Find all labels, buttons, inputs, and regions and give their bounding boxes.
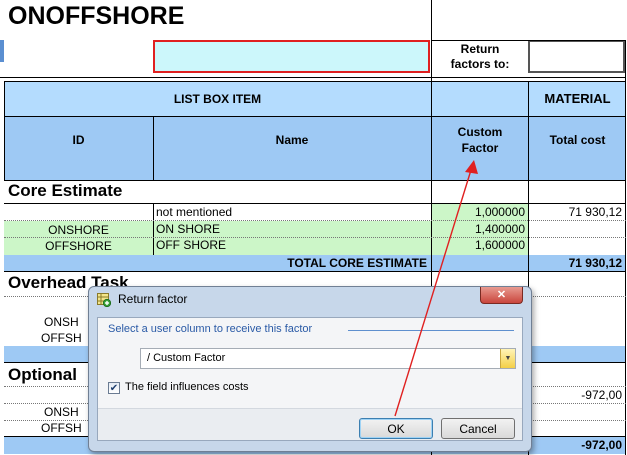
arrow-line bbox=[394, 169, 472, 417]
arrow-head bbox=[465, 160, 478, 174]
annotation-arrow bbox=[394, 160, 478, 417]
